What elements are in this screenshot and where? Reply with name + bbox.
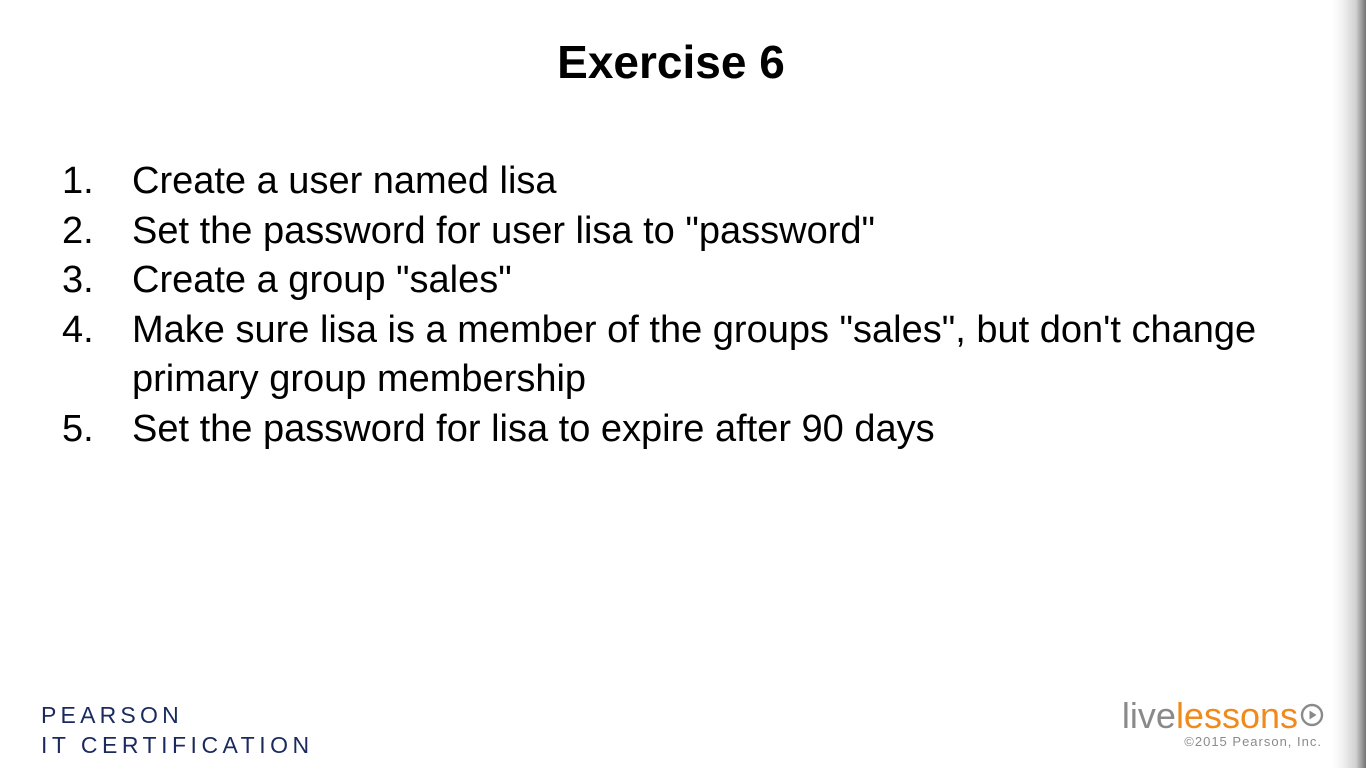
list-item: 5. Set the password for lisa to expire a… xyxy=(62,405,1282,455)
exercise-list: 1. Create a user named lisa 2. Set the p… xyxy=(62,157,1282,454)
list-item-number: 2. xyxy=(62,209,94,252)
list-item-text: Set the password for user lisa to "passw… xyxy=(132,209,875,252)
list-item: 2. Set the password for user lisa to "pa… xyxy=(62,207,1282,257)
list-item-text: Make sure lisa is a member of the groups… xyxy=(132,308,1257,401)
livelessons-logo: livelessons ©2015 Pearson, Inc. xyxy=(1122,694,1324,749)
list-item-text: Create a group "sales" xyxy=(132,259,512,301)
list-item: 3. Create a group "sales" xyxy=(62,256,1282,306)
list-item: 1. Create a user named lisa xyxy=(62,157,1282,207)
list-item-number: 5. xyxy=(62,407,94,450)
livelessons-lessons-text: lessons xyxy=(1175,695,1298,736)
play-circle-icon xyxy=(1300,693,1324,737)
list-item-number: 1. xyxy=(62,160,94,202)
slide-title: Exercise 6 xyxy=(557,36,785,88)
pearson-logo-line1: PEARSON xyxy=(41,702,183,728)
livelessons-live-text: live xyxy=(1121,695,1176,736)
pearson-logo-line2: IT CERTIFICATION xyxy=(41,732,314,758)
list-item-text: Create a user named lisa xyxy=(132,160,557,202)
list-item-number: 3. xyxy=(62,259,94,301)
pearson-it-certification-logo: PEARSON IT CERTIFICATION xyxy=(41,700,314,760)
list-item-number: 4. xyxy=(62,308,94,351)
list-item: 4. Make sure lisa is a member of the gro… xyxy=(62,306,1282,405)
right-edge-shadow xyxy=(1332,0,1366,768)
list-item-text: Set the password for lisa to expire afte… xyxy=(132,407,935,450)
